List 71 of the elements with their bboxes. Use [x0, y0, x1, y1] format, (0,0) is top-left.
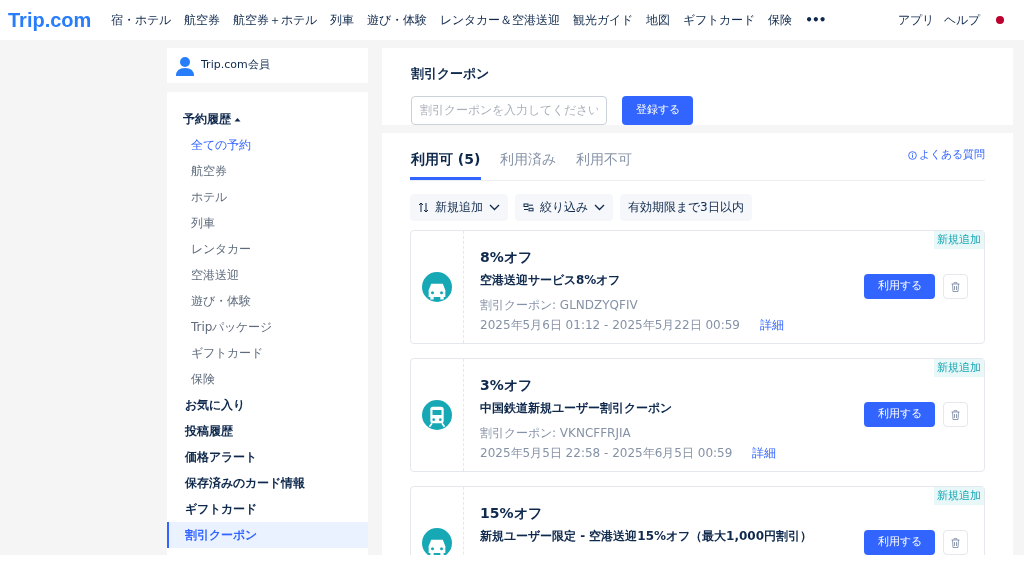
- nav-link[interactable]: ギフトカード: [683, 11, 756, 29]
- menu-item[interactable]: 全ての予約: [167, 132, 368, 158]
- chevron-down-icon: [594, 203, 605, 211]
- chevron-down-icon: [489, 203, 500, 211]
- coupon-name: 中国鉄道新規ユーザー割引クーポン: [480, 399, 673, 417]
- filter-icon: [523, 201, 534, 213]
- sort-icon: [418, 201, 429, 213]
- menu-item[interactable]: ギフトカード: [167, 496, 368, 522]
- menu-item[interactable]: 空港送迎: [167, 262, 368, 288]
- user-icon: [175, 55, 195, 76]
- nav-link[interactable]: 列車: [330, 11, 355, 29]
- register-button[interactable]: 登録する: [622, 95, 693, 125]
- menu-item[interactable]: Tripパッケージ: [167, 314, 368, 340]
- discount-title: 15%オフ: [480, 503, 543, 523]
- nav-link[interactable]: レンタカー＆空港送迎: [440, 11, 561, 29]
- logo[interactable]: Trip.com: [8, 5, 92, 35]
- tab[interactable]: 利用可 (5): [410, 142, 482, 180]
- nav-link[interactable]: 地図: [646, 11, 671, 29]
- menu-item[interactable]: 価格アラート: [167, 444, 368, 470]
- section-title: 割引クーポン: [411, 65, 490, 83]
- use-button[interactable]: 利用する: [864, 274, 935, 299]
- new-badge: 新規追加: [934, 486, 984, 505]
- coupon-code: 割引クーポン: GLNDZYQFIV: [480, 296, 639, 314]
- menu-section-header[interactable]: 予約履歴: [167, 106, 368, 132]
- menu-item[interactable]: 投稿履歴: [167, 418, 368, 444]
- menu-item[interactable]: 保険: [167, 366, 368, 392]
- menu-item[interactable]: 保存済みのカード情報: [167, 470, 368, 496]
- discount-title: 3%オフ: [480, 375, 533, 395]
- nav-link[interactable]: 観光ガイド: [573, 11, 634, 29]
- coupon-name: 空港送迎サービス8%オフ: [480, 271, 622, 289]
- delete-button[interactable]: [943, 402, 968, 427]
- header-link[interactable]: ヘルプ: [944, 11, 980, 29]
- use-button[interactable]: 利用する: [864, 530, 935, 555]
- details-link[interactable]: 詳細: [752, 443, 777, 462]
- trash-icon: [951, 409, 960, 420]
- use-button[interactable]: 利用する: [864, 402, 935, 427]
- menu-item[interactable]: お気に入り: [167, 392, 368, 418]
- info-icon: [908, 150, 917, 160]
- member-name: Trip.com会員: [201, 57, 270, 74]
- menu-item[interactable]: 航空券: [167, 158, 368, 184]
- nav-link[interactable]: 航空券: [184, 11, 221, 29]
- new-badge: 新規追加: [934, 358, 984, 377]
- filter-dropdown[interactable]: 新規追加: [410, 193, 508, 221]
- nav-link[interactable]: 航空券＋ホテル: [233, 11, 318, 29]
- more-link[interactable]: •••: [805, 11, 826, 29]
- validity-period: 2025年5月5日 22:58 - 2025年6月5日 00:59: [480, 444, 733, 462]
- menu-item[interactable]: ギフトカード: [167, 340, 368, 366]
- menu-item[interactable]: 遊び・体験: [167, 288, 368, 314]
- coupon-name: 新規ユーザー限定 - 空港送迎15%オフ（最大1,000円割引）: [480, 527, 813, 545]
- discount-title: 8%オフ: [480, 247, 533, 267]
- delete-button[interactable]: [943, 530, 968, 555]
- details-link[interactable]: 詳細: [760, 315, 784, 334]
- car-icon: [422, 271, 452, 302]
- nav-link[interactable]: 保険: [768, 11, 793, 29]
- trash-icon: [951, 281, 960, 292]
- menu-item[interactable]: 割引クーポン: [167, 522, 368, 548]
- nav-link[interactable]: 遊び・体験: [367, 11, 428, 29]
- new-badge: 新規追加: [934, 230, 984, 249]
- train-icon: [422, 399, 452, 430]
- faq-link[interactable]: よくある質問: [908, 147, 985, 164]
- menu-item[interactable]: レンタカー: [167, 236, 368, 262]
- filter-chip[interactable]: 有効期限まで3日以内: [620, 193, 752, 221]
- delete-button[interactable]: [943, 274, 968, 299]
- trash-icon: [951, 537, 960, 548]
- validity-period: 2025年5月6日 01:12 - 2025年5月22日 00:59: [480, 316, 740, 334]
- coupon-code: 割引クーポン: VKNCFFRJIA: [480, 424, 632, 442]
- menu-item[interactable]: ホテル: [167, 184, 368, 210]
- menu-item[interactable]: 列車: [167, 210, 368, 236]
- header-link[interactable]: アプリ: [898, 11, 934, 29]
- nav-link[interactable]: 宿・ホテル: [111, 11, 172, 29]
- filter-dropdown[interactable]: 絞り込み: [515, 193, 613, 221]
